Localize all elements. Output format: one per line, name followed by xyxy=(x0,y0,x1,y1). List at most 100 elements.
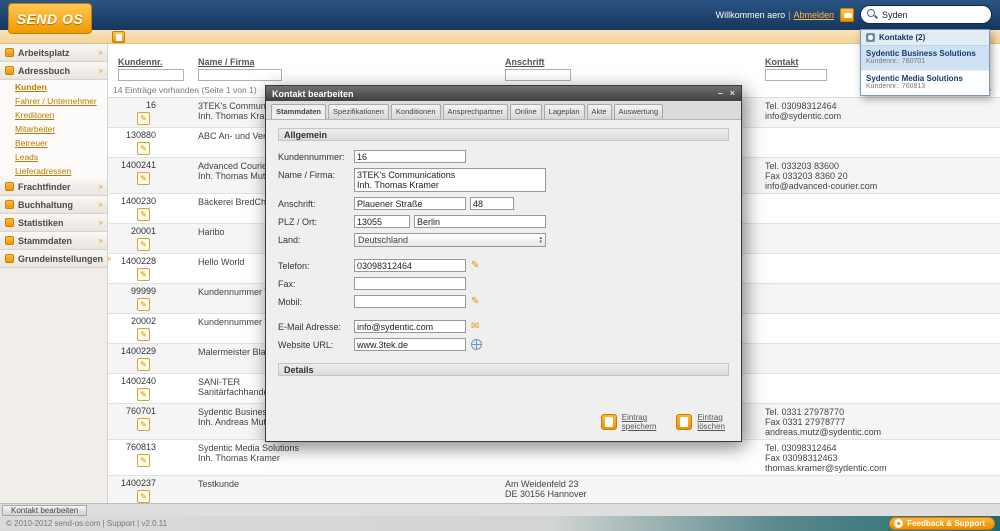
close-icon[interactable]: × xyxy=(730,89,735,98)
mail-icon[interactable]: ✉ xyxy=(471,320,479,333)
modal-tab[interactable]: Lageplan xyxy=(543,104,585,119)
sidebar-item[interactable]: Mitarbeiter » xyxy=(0,122,107,136)
modal-tab[interactable]: Online xyxy=(509,104,542,119)
chevron-right-icon: » xyxy=(98,48,103,57)
globe-icon[interactable] xyxy=(471,339,482,350)
sidebar-item[interactable]: Statistiken » xyxy=(0,214,107,232)
mobil-field[interactable] xyxy=(354,295,466,308)
delete-button[interactable]: Eintrag löschen xyxy=(676,413,725,431)
edit-contact-modal: Kontakt bearbeiten – × Stammdaten Spezif… xyxy=(265,85,742,442)
sidebar-item[interactable]: Adressbuch » xyxy=(0,62,107,80)
search-result-detail: Kundennr.: 760813 xyxy=(866,83,926,90)
edit-icon[interactable]: ✎ xyxy=(137,388,150,401)
modal-tab[interactable]: Stammdaten xyxy=(271,104,327,119)
table-row[interactable]: 760813 ✎ Sydentic Media Solutions Inh. T… xyxy=(108,440,1000,476)
save-button[interactable]: Eintrag speichern xyxy=(600,413,657,431)
edit-icon[interactable]: ✎ xyxy=(137,490,150,503)
customer-number-cell: 1400228 ✎ xyxy=(108,256,160,281)
modal-tab[interactable]: Akte xyxy=(586,104,612,119)
column-name-firma[interactable]: Name / Firma xyxy=(198,57,255,67)
filter-name-input[interactable] xyxy=(198,69,282,81)
sidebar-item-icon xyxy=(5,218,14,227)
customer-number: 1400228 xyxy=(120,256,156,266)
customer-number: 760813 xyxy=(125,442,156,452)
sidebar-item[interactable]: Kunden » xyxy=(0,80,107,94)
edit-icon[interactable]: ✎ xyxy=(137,268,150,281)
feedback-label: Feedback & Support xyxy=(907,519,985,528)
customer-number: 1400240 xyxy=(120,376,156,386)
anschrift-label: Anschrift: xyxy=(278,199,316,209)
fax-field[interactable] xyxy=(354,277,466,290)
telefon-field[interactable] xyxy=(354,259,466,272)
sidebar-item[interactable]: Grundeinstellungen » xyxy=(0,250,111,268)
sidebar-item[interactable]: Buchhaltung » xyxy=(0,196,107,214)
delete-icon xyxy=(676,414,693,430)
filter-kontakt-input[interactable] xyxy=(765,69,827,81)
customer-number-cell: 1400241 ✎ xyxy=(108,160,160,191)
cart-icon[interactable] xyxy=(840,8,854,22)
customer-address: Am Weidenfeld 23 DE 30156 Hannover xyxy=(505,479,587,499)
name-firma-field[interactable]: 3TEK's Communications Inh. Thomas Kramer xyxy=(354,168,546,192)
sidebar-item[interactable]: Arbeitsplatz » xyxy=(0,44,107,62)
sidebar-item[interactable]: Leads » xyxy=(0,150,107,164)
filter-anschrift-input[interactable] xyxy=(505,69,571,81)
sidebar-item[interactable]: Kreditoren » xyxy=(0,108,107,122)
search-results-header: Kontakte (2) xyxy=(861,30,989,46)
customer-name: Testkunde xyxy=(198,479,240,489)
column-anschrift[interactable]: Anschrift xyxy=(505,57,545,67)
customer-contact xyxy=(765,196,1000,221)
sidebar-item[interactable]: Betreuer » xyxy=(0,136,107,150)
modal-title-bar[interactable]: Kontakt bearbeiten – × xyxy=(266,86,741,101)
mobil-edit-icon[interactable]: ✎ xyxy=(471,295,479,308)
ort-field[interactable] xyxy=(414,215,546,228)
minimize-icon[interactable]: – xyxy=(718,89,723,98)
edit-icon[interactable]: ✎ xyxy=(137,298,150,311)
kundennummer-field[interactable] xyxy=(354,150,466,163)
chevron-right-icon: » xyxy=(107,254,112,263)
edit-icon[interactable]: ✎ xyxy=(137,112,150,125)
sidebar-item-label: Stammdaten xyxy=(18,235,73,246)
table-row[interactable]: 1400237 ✎ Testkunde Am Weidenfeld 23 DE … xyxy=(108,476,1000,503)
column-kontakt[interactable]: Kontakt xyxy=(765,57,799,67)
edit-icon[interactable]: ✎ xyxy=(137,238,150,251)
sidebar-item[interactable]: Stammdaten » xyxy=(0,232,107,250)
anschrift-hausnummer-field[interactable] xyxy=(470,197,514,210)
sidebar-item-label: Lieferadressen xyxy=(15,166,72,176)
column-kundennr[interactable]: Kundennr. xyxy=(118,57,163,67)
land-select[interactable]: Deutschland ▴ ▾ xyxy=(354,233,546,247)
edit-icon[interactable]: ✎ xyxy=(137,172,150,185)
sidebar-item-icon xyxy=(5,200,14,209)
modal-tab[interactable]: Spezifikationen xyxy=(328,104,389,119)
search-input[interactable] xyxy=(882,9,985,20)
edit-icon[interactable]: ✎ xyxy=(137,454,150,467)
edit-icon[interactable]: ✎ xyxy=(137,142,150,155)
modal-tab[interactable]: Auswertung xyxy=(613,104,664,119)
taskbar-item[interactable]: Kontakt bearbeiten xyxy=(2,505,88,516)
select-arrows-icon: ▴ ▾ xyxy=(539,235,542,245)
sidebar-item[interactable]: Lieferadressen » xyxy=(0,164,107,178)
edit-icon[interactable]: ✎ xyxy=(137,418,150,431)
chevron-right-icon: » xyxy=(98,236,103,245)
search-result-item[interactable]: Sydentic Business Solutions Kundennr.: 7… xyxy=(861,46,989,70)
chevron-right-icon: » xyxy=(98,66,103,75)
feedback-button[interactable]: Feedback & Support xyxy=(889,517,995,530)
customer-number: 1400229 xyxy=(120,346,156,356)
filter-kundennr-input[interactable] xyxy=(118,69,184,81)
modal-tab[interactable]: Konditionen xyxy=(390,104,441,119)
email-field[interactable] xyxy=(354,320,466,333)
website-field[interactable] xyxy=(354,338,466,351)
edit-icon[interactable]: ✎ xyxy=(137,208,150,221)
phone-edit-icon[interactable]: ✎ xyxy=(471,259,479,272)
edit-icon[interactable]: ✎ xyxy=(137,358,150,371)
sidebar: Arbeitsplatz » Adressbuch » Kunden » Fah… xyxy=(0,44,111,503)
search-result-item[interactable]: Sydentic Media Solutions Kundennr.: 7608… xyxy=(861,70,989,95)
plz-field[interactable] xyxy=(354,215,410,228)
edit-icon[interactable]: ✎ xyxy=(137,328,150,341)
logout-link[interactable]: Abmelden xyxy=(793,10,834,20)
sidebar-item[interactable]: Fahrer / Unternehmer » xyxy=(0,94,107,108)
anschrift-strasse-field[interactable] xyxy=(354,197,466,210)
search-box[interactable] xyxy=(860,5,992,24)
sidebar-item[interactable]: Frachtfinder » xyxy=(0,178,107,196)
modal-tab[interactable]: Ansprechpartner xyxy=(442,104,508,119)
save-button-label: Eintrag speichern xyxy=(621,413,657,431)
